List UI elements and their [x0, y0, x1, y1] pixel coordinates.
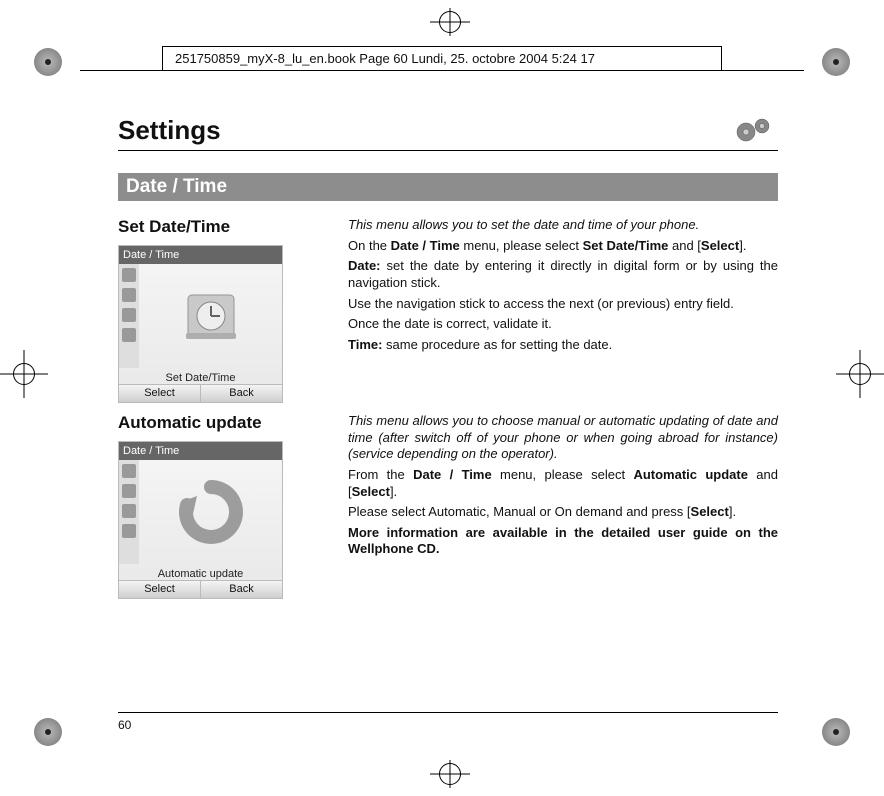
softkey-select: Select: [119, 581, 201, 598]
validate-line: Once the date is correct, validate it.: [348, 316, 778, 333]
step-line: Please select Automatic, Manual or On de…: [348, 504, 778, 521]
thumb-icon: [122, 504, 136, 518]
page-number: 60: [118, 718, 131, 732]
running-head: 251750859_myX-8_lu_en.book Page 60 Lundi…: [162, 46, 722, 71]
intro-line: This menu allows you to choose manual or…: [348, 413, 778, 463]
page-title: Settings: [118, 115, 221, 146]
date-line: Date: set the date by entering it direct…: [348, 258, 778, 291]
subsection-heading: Set Date/Time: [118, 217, 330, 237]
softkey-back: Back: [201, 581, 282, 598]
crop-mark-icon: [430, 8, 470, 36]
phone-caption: Set Date/Time: [119, 372, 282, 384]
thumb-icon: [122, 328, 136, 342]
crop-mark-icon: [430, 760, 470, 788]
subsection-automatic-update: Automatic update Date / Time: [118, 413, 778, 599]
subsection-set-date-time: Set Date/Time Date / Time: [118, 217, 778, 403]
thumb-icon: [122, 524, 136, 538]
refresh-icon: [139, 460, 282, 564]
thumb-icon: [122, 268, 136, 282]
divider: [118, 150, 778, 151]
more-info-note: More information are available in the de…: [348, 525, 778, 558]
thumb-icon: [122, 288, 136, 302]
intro-line: This menu allows you to set the date and…: [348, 217, 778, 234]
phone-sidebar: [119, 460, 139, 564]
body-text: This menu allows you to choose manual or…: [348, 413, 778, 562]
phone-screenshot: Date / Time: [118, 245, 283, 403]
body-text: This menu allows you to set the date and…: [348, 217, 778, 357]
softkey-select: Select: [119, 385, 201, 402]
phone-titlebar: Date / Time: [119, 246, 282, 264]
thumb-icon: [122, 464, 136, 478]
thumb-icon: [122, 308, 136, 322]
divider: [118, 712, 778, 713]
registration-mark-icon: [816, 712, 856, 752]
section-heading: Date / Time: [118, 173, 778, 201]
crop-mark-icon: [836, 350, 884, 398]
step-line: On the Date / Time menu, please select S…: [348, 238, 778, 255]
gears-icon: [730, 112, 778, 146]
phone-caption: Automatic update: [119, 568, 282, 580]
phone-titlebar: Date / Time: [119, 442, 282, 460]
nav-line: Use the navigation stick to access the n…: [348, 296, 778, 313]
thumb-icon: [122, 484, 136, 498]
step-line: From the Date / Time menu, please select…: [348, 467, 778, 500]
time-line: Time: same procedure as for setting the …: [348, 337, 778, 354]
clock-icon: [139, 264, 282, 368]
phone-sidebar: [119, 264, 139, 368]
softkey-back: Back: [201, 385, 282, 402]
crop-mark-icon: [0, 350, 48, 398]
registration-mark-icon: [816, 42, 856, 82]
registration-mark-icon: [28, 712, 68, 752]
registration-mark-icon: [28, 42, 68, 82]
phone-screenshot: Date / Time Automatic: [118, 441, 283, 599]
subsection-heading: Automatic update: [118, 413, 330, 433]
